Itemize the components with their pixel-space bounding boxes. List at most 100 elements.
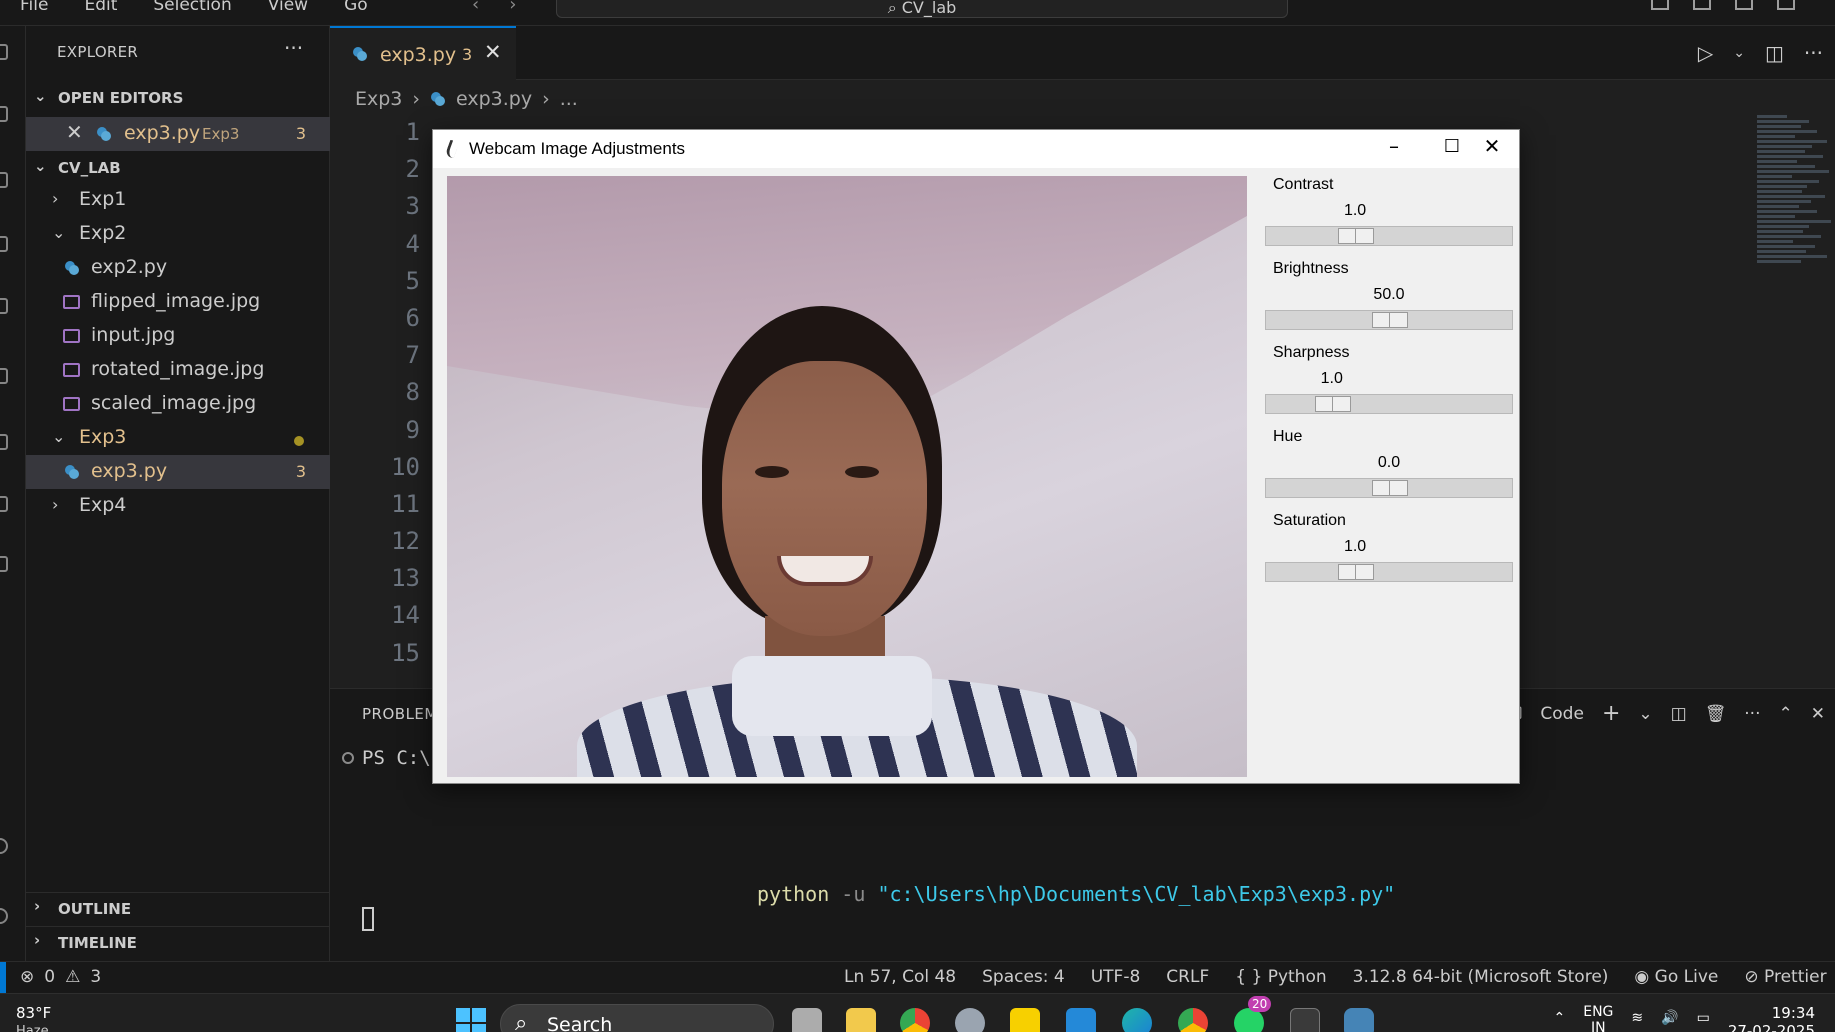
battery-icon[interactable]: ▭: [1697, 1004, 1710, 1032]
run-icon[interactable]: ▷: [1698, 41, 1713, 65]
python-interpreter[interactable]: 3.12.8 64-bit (Microsoft Store): [1353, 967, 1609, 987]
encoding[interactable]: UTF-8: [1091, 967, 1141, 987]
search-activity-icon[interactable]: [0, 106, 8, 122]
back-arrow-icon[interactable]: ‹: [472, 0, 479, 15]
slider-thumb[interactable]: [1372, 312, 1408, 328]
breadcrumb-folder[interactable]: Exp3: [355, 88, 402, 110]
toggle-sidebar-icon[interactable]: [1693, 0, 1711, 10]
slider-trough[interactable]: [1265, 562, 1513, 582]
slider-thumb[interactable]: [1314, 396, 1351, 412]
terminal-app-icon[interactable]: [1290, 1008, 1320, 1032]
source-control-icon[interactable]: [0, 172, 8, 188]
slider-thumb[interactable]: [1338, 228, 1375, 244]
language-indicator[interactable]: ENG IN: [1583, 1004, 1613, 1032]
prettier-button[interactable]: ⊘ Prettier: [1744, 967, 1826, 987]
vscode-icon[interactable]: [1066, 1008, 1096, 1032]
close-panel-icon[interactable]: ✕: [1811, 704, 1825, 724]
trash-icon[interactable]: 🗑: [1705, 704, 1727, 724]
files-icon[interactable]: [0, 44, 8, 60]
close-icon[interactable]: ✕: [66, 120, 83, 144]
task-view-icon[interactable]: [792, 1008, 822, 1032]
chevron-down-icon[interactable]: ⌄: [1638, 704, 1652, 724]
menu-selection[interactable]: Selection: [153, 0, 231, 15]
slider-trough[interactable]: [1265, 394, 1513, 414]
open-editor-item[interactable]: ✕ exp3.py Exp3 3: [26, 117, 330, 151]
tree-item-flipped-image[interactable]: flipped_image.jpg: [26, 285, 330, 319]
tree-item-scaled-image[interactable]: scaled_image.jpg: [26, 387, 330, 421]
workspace-header[interactable]: ⌄ CV_LAB: [26, 154, 330, 182]
breadcrumb-symbol[interactable]: ...: [560, 88, 578, 110]
slider-thumb[interactable]: [1372, 480, 1408, 496]
outline-header[interactable]: › OUTLINE: [26, 892, 330, 926]
account-icon[interactable]: [0, 838, 8, 854]
sticky-app-icon[interactable]: [1010, 1008, 1040, 1032]
file-explorer-icon[interactable]: [846, 1008, 876, 1032]
manage-gear-icon[interactable]: [0, 908, 8, 924]
docker-icon[interactable]: [0, 496, 8, 512]
tree-item-input-image[interactable]: input.jpg: [26, 319, 330, 353]
slider-thumb[interactable]: [1338, 564, 1375, 580]
terminal-name[interactable]: Code: [1540, 704, 1584, 724]
chevron-up-icon[interactable]: ⌃: [1554, 1004, 1566, 1032]
slider-trough[interactable]: [1265, 226, 1513, 246]
windows-start-icon[interactable]: [456, 1008, 486, 1032]
run-debug-icon[interactable]: [0, 236, 8, 252]
split-terminal-icon[interactable]: ◫: [1671, 704, 1687, 724]
menu-edit[interactable]: Edit: [84, 0, 117, 15]
slider-trough[interactable]: [1265, 310, 1513, 330]
tab-exp3-py[interactable]: exp3.py 3 ✕: [330, 26, 516, 80]
whatsapp-icon[interactable]: 20: [1234, 996, 1272, 1032]
cursor-position[interactable]: Ln 57, Col 48: [844, 967, 956, 987]
problems-indicator[interactable]: ⊗ 0 ⚠ 3: [20, 967, 101, 987]
indentation[interactable]: Spaces: 4: [982, 967, 1065, 987]
weather-temperature[interactable]: 83°F: [16, 1004, 51, 1022]
tree-item-exp3[interactable]: ⌄ Exp3: [26, 421, 330, 455]
go-live-button[interactable]: ◉ Go Live: [1634, 967, 1718, 987]
chrome-profile-icon[interactable]: [1178, 1008, 1208, 1032]
customize-layout-icon[interactable]: [1651, 0, 1669, 10]
menu-view[interactable]: View: [268, 0, 308, 15]
more-actions-icon[interactable]: ···: [1804, 41, 1823, 65]
open-editors-header[interactable]: ⌄ OPEN EDITORS: [26, 84, 330, 112]
close-icon[interactable]: ✕: [484, 40, 502, 64]
slider-trough[interactable]: [1265, 478, 1513, 498]
tree-item-exp2[interactable]: ⌄ Exp2: [26, 217, 330, 251]
edge-icon[interactable]: [1122, 1008, 1152, 1032]
toggle-secondary-sidebar-icon[interactable]: [1777, 0, 1795, 10]
remote-indicator[interactable]: [0, 962, 6, 994]
volume-icon[interactable]: 🔊: [1661, 1004, 1678, 1032]
clock[interactable]: 19:34 27-02-2025: [1728, 1004, 1815, 1032]
tree-item-exp2-py[interactable]: exp2.py: [26, 251, 330, 285]
close-icon[interactable]: ✕: [1467, 134, 1517, 158]
terminal-prompt-line[interactable]: PS C:\: [342, 747, 431, 769]
language-mode[interactable]: { } Python: [1235, 967, 1326, 987]
tree-item-exp3-py[interactable]: exp3.py 3: [26, 455, 330, 489]
tree-item-exp4[interactable]: › Exp4: [26, 489, 330, 523]
menu-file[interactable]: File: [20, 0, 48, 15]
maximize-panel-icon[interactable]: ⌃: [1779, 704, 1793, 724]
live-share-icon[interactable]: [0, 556, 8, 572]
extensions-icon[interactable]: [0, 298, 8, 314]
python-app-icon[interactable]: [1344, 1008, 1374, 1032]
taskbar-search[interactable]: ⌕ Search: [500, 1004, 774, 1032]
split-editor-icon[interactable]: ◫: [1765, 41, 1784, 65]
remote-explorer-icon[interactable]: [0, 368, 8, 384]
wifi-icon[interactable]: ≋: [1631, 1004, 1643, 1032]
tree-item-exp1[interactable]: › Exp1: [26, 183, 330, 217]
minimize-icon[interactable]: –: [1369, 134, 1419, 158]
toggle-panel-icon[interactable]: [1735, 0, 1753, 10]
more-actions-icon[interactable]: ···: [284, 36, 303, 60]
new-terminal-icon[interactable]: +: [1602, 701, 1620, 726]
end-of-line[interactable]: CRLF: [1166, 967, 1209, 987]
breadcrumb-file[interactable]: exp3.py: [456, 88, 532, 110]
command-center[interactable]: ⌕ CV_lab: [556, 0, 1288, 18]
window-title-bar[interactable]: Webcam Image Adjustments – ☐ ✕: [433, 130, 1519, 168]
timeline-header[interactable]: › TIMELINE: [26, 926, 330, 960]
tree-item-rotated-image[interactable]: rotated_image.jpg: [26, 353, 330, 387]
menu-go[interactable]: Go: [344, 0, 368, 15]
more-actions-icon[interactable]: ···: [1744, 704, 1760, 724]
testing-icon[interactable]: [0, 434, 8, 450]
chevron-down-icon[interactable]: ⌄: [1733, 41, 1745, 65]
minimap[interactable]: [1757, 115, 1835, 275]
settings-icon[interactable]: [955, 1008, 985, 1032]
